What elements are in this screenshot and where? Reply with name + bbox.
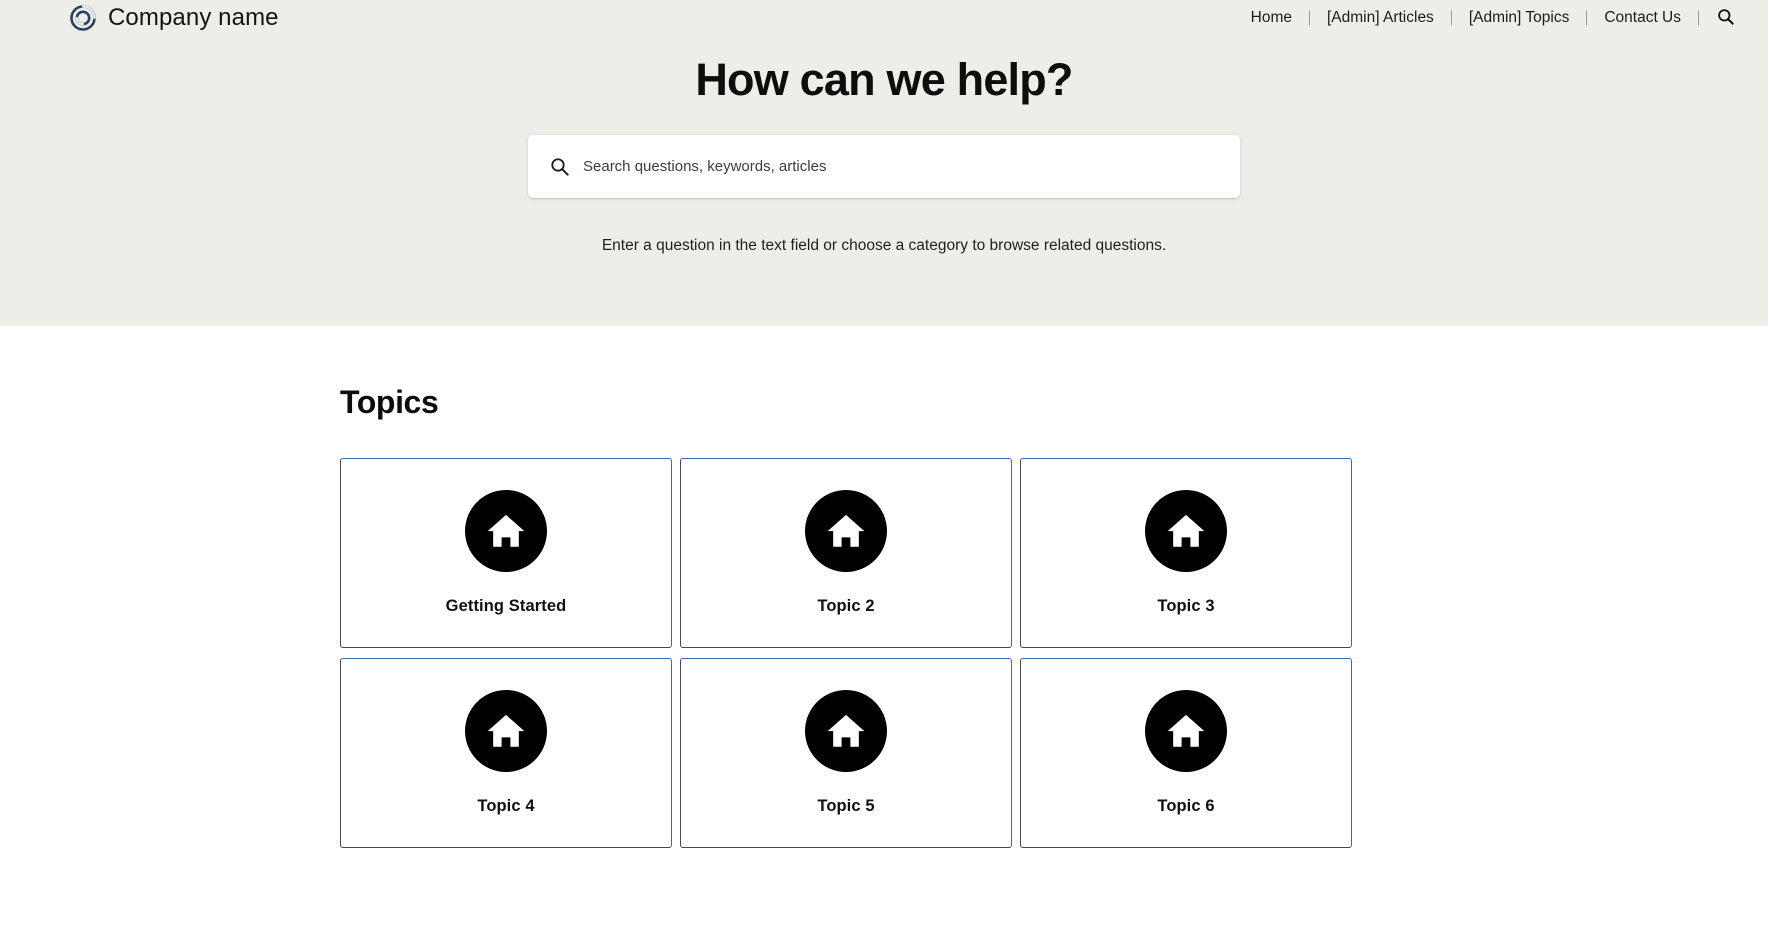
spiral-circle-logo-icon bbox=[70, 5, 96, 31]
topic-card[interactable]: Topic 6 bbox=[1020, 658, 1352, 848]
topic-card[interactable]: Topic 2 bbox=[680, 458, 1012, 648]
search-icon-button[interactable] bbox=[1699, 8, 1734, 28]
nav-item-contact-us[interactable]: Contact Us bbox=[1587, 10, 1698, 26]
topic-card[interactable]: Topic 4 bbox=[340, 658, 672, 848]
topic-card-label: Topic 6 bbox=[1157, 797, 1215, 815]
home-icon bbox=[1145, 690, 1227, 772]
topic-card-label: Topic 5 bbox=[817, 797, 875, 815]
nav-item-admin-topics[interactable]: [Admin] Topics bbox=[1452, 10, 1587, 26]
hero-subtitle: Enter a question in the text field or ch… bbox=[601, 236, 1167, 254]
nav-item-home[interactable]: Home bbox=[1234, 10, 1309, 26]
search-icon bbox=[1717, 8, 1734, 28]
topic-card[interactable]: Topic 3 bbox=[1020, 458, 1352, 648]
section-title-topics: Topics bbox=[340, 384, 439, 420]
topic-card-label: Topic 3 bbox=[1157, 597, 1215, 615]
search-bar[interactable] bbox=[528, 134, 1240, 198]
home-icon bbox=[465, 690, 547, 772]
nav-item-admin-articles[interactable]: [Admin] Articles bbox=[1310, 10, 1451, 26]
topic-card[interactable]: Getting Started bbox=[340, 458, 672, 648]
brand-logo-link[interactable]: Company name bbox=[70, 5, 279, 31]
search-icon bbox=[550, 157, 569, 176]
topic-card-grid: Getting Started Topic 2 Topic 3 Topic 4 bbox=[340, 458, 1352, 848]
topic-card-label: Topic 4 bbox=[477, 797, 535, 815]
topic-card-label: Topic 2 bbox=[817, 597, 875, 615]
home-icon bbox=[1145, 490, 1227, 572]
brand-name: Company name bbox=[108, 4, 279, 31]
topics-section: Topics Getting Started Topic 2 Topic 3 T… bbox=[0, 326, 1768, 848]
search-input[interactable] bbox=[583, 134, 1218, 198]
home-icon bbox=[805, 490, 887, 572]
top-navigation-bar: Company name Home [Admin] Articles [Admi… bbox=[0, 0, 1768, 34]
home-icon bbox=[465, 490, 547, 572]
hero-section: Company name Home [Admin] Articles [Admi… bbox=[0, 0, 1768, 326]
page-title: How can we help? bbox=[695, 54, 1073, 105]
home-icon bbox=[805, 690, 887, 772]
search-bar-container bbox=[0, 134, 1768, 198]
topic-card[interactable]: Topic 5 bbox=[680, 658, 1012, 848]
primary-nav: Home [Admin] Articles [Admin] Topics Con… bbox=[1234, 8, 1734, 28]
topic-card-label: Getting Started bbox=[445, 597, 567, 615]
